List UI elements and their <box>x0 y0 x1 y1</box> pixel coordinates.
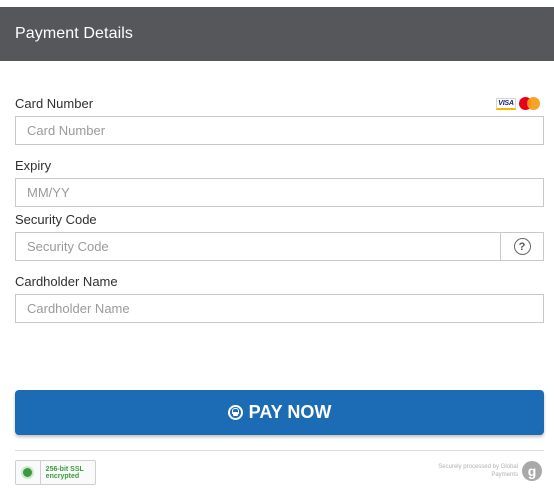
pay-now-label: PAY NOW <box>248 402 332 422</box>
visa-icon: VISA <box>496 97 516 110</box>
expiry-label: Expiry <box>15 158 52 173</box>
cardholder-name-label: Cardholder Name <box>15 274 118 289</box>
header-title: Payment Details <box>15 25 133 42</box>
cardholder-name-input[interactable] <box>15 294 544 323</box>
footer-divider <box>15 450 544 451</box>
card-number-input[interactable] <box>15 116 544 145</box>
expiry-input[interactable] <box>15 178 544 207</box>
security-code-label: Security Code <box>15 212 97 227</box>
mastercard-icon <box>519 97 541 110</box>
security-code-help-button[interactable]: ? <box>500 233 543 260</box>
secure-lock-icon <box>227 405 243 420</box>
ssl-lock-icon <box>16 461 41 484</box>
ssl-text: 256-bit SSL encrypted <box>45 465 84 480</box>
card-number-label: Card Number <box>15 96 94 111</box>
pay-now-button[interactable]: PAY NOW <box>15 390 544 435</box>
accepted-cards: VISA <box>496 97 541 110</box>
ssl-badge: 256-bit SSL encrypted <box>15 460 96 485</box>
payment-details-header: Payment Details <box>0 7 554 61</box>
global-payments-logo-icon: g <box>522 461 542 481</box>
global-payments-badge: Securely processed by Global Payments g <box>438 461 542 481</box>
security-code-input[interactable] <box>15 232 544 261</box>
question-mark-icon: ? <box>513 238 531 255</box>
processed-by-text: Securely processed by Global Payments <box>438 464 518 478</box>
